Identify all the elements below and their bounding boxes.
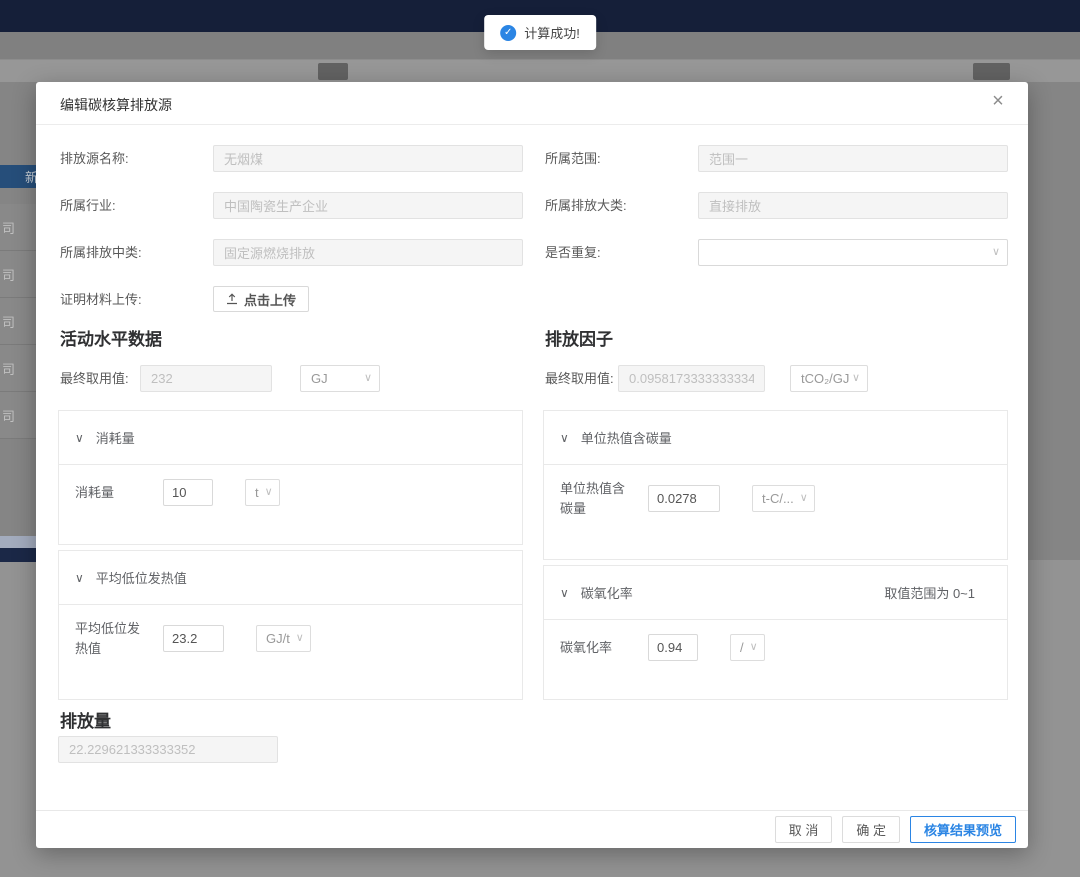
chevron-down-icon: ∨ [560, 431, 569, 445]
factor-section-title: 排放因子 [545, 325, 613, 350]
oxidation-rate-panel: ∨ 碳氧化率 取值范围为 0~1 碳氧化率 / ∨ [543, 565, 1008, 700]
medium-category-label: 所属排放中类: [60, 239, 142, 266]
toast-success: ✓ 计算成功! [484, 15, 596, 50]
screen: 新增 司 司 司 司 司 ✓ 计算成功! 编辑碳核算排放源 × 排放源名称: 所… [0, 0, 1080, 877]
activity-final-input [140, 365, 272, 392]
activity-final-unit-select: GJ ∨ [300, 365, 380, 392]
factor-final-unit-select: tCO₂/GJ ∨ [790, 365, 868, 392]
duplicate-label: 是否重复: [545, 239, 601, 266]
upload-button-label: 点击上传 [244, 290, 296, 309]
industry-label: 所属行业: [60, 192, 116, 219]
close-icon[interactable]: × [986, 91, 1010, 115]
upload-button[interactable]: 点击上传 [213, 286, 309, 312]
activity-final-unit-value: GJ [311, 371, 328, 386]
carbon-content-panel-header[interactable]: ∨ 单位热值含碳量 [544, 411, 1007, 465]
oxidation-rate-input[interactable] [648, 634, 698, 661]
chevron-down-icon: ∨ [364, 373, 372, 384]
medium-category-input [213, 239, 523, 266]
dialog-title: 编辑碳核算排放源 [60, 95, 172, 115]
oxidation-rate-panel-body: 碳氧化率 / ∨ [544, 620, 1007, 661]
consumption-panel: ∨ 消耗量 消耗量 t ∨ [58, 410, 523, 545]
chevron-down-icon: ∨ [852, 373, 860, 384]
heating-value-panel-title: 平均低位发热值 [96, 568, 187, 587]
toast-message: 计算成功! [524, 23, 580, 42]
activity-final-label: 最终取用值: [60, 365, 129, 392]
consumption-unit-select[interactable]: t ∨ [245, 479, 280, 506]
heating-value-field-label: 平均低位发热值 [75, 619, 145, 658]
heating-value-panel-header[interactable]: ∨ 平均低位发热值 [59, 551, 522, 605]
emission-section-title: 排放量 [60, 707, 111, 732]
oxidation-rate-unit-value: / [740, 640, 744, 655]
dialog-footer: 取 消 确 定 核算结果预览 [36, 810, 1028, 848]
consumption-panel-header[interactable]: ∨ 消耗量 [59, 411, 522, 465]
confirm-button[interactable]: 确 定 [842, 816, 900, 843]
edit-emission-source-dialog: 编辑碳核算排放源 × 排放源名称: 所属范围: 所属行业: 所属排放大类: 所属… [36, 82, 1028, 848]
carbon-content-unit-value: t-C/... [762, 491, 794, 506]
emission-amount-input [58, 736, 278, 763]
carbon-content-panel: ∨ 单位热值含碳量 单位热值含碳量 t-C/... ∨ [543, 410, 1008, 560]
consumption-field-label: 消耗量 [75, 483, 145, 503]
chevron-down-icon: ∨ [75, 431, 84, 445]
oxidation-rate-field-label: 碳氧化率 [560, 638, 630, 658]
major-category-label: 所属排放大类: [545, 192, 627, 219]
factor-final-input [618, 365, 765, 392]
duplicate-select[interactable]: ∨ [698, 239, 1008, 266]
cancel-button[interactable]: 取 消 [775, 816, 833, 843]
chevron-down-icon: ∨ [800, 493, 808, 504]
industry-input [213, 192, 523, 219]
carbon-content-panel-title: 单位热值含碳量 [581, 428, 672, 447]
success-check-icon: ✓ [500, 25, 516, 41]
scope-label: 所属范围: [545, 145, 601, 172]
heating-value-panel-body: 平均低位发热值 GJ/t ∨ [59, 605, 522, 658]
chevron-down-icon: ∨ [560, 586, 569, 600]
heating-value-unit-value: GJ/t [266, 631, 290, 646]
carbon-content-input[interactable] [648, 485, 720, 512]
chevron-down-icon: ∨ [750, 642, 758, 653]
consumption-input[interactable] [163, 479, 213, 506]
oxidation-rate-panel-title: 碳氧化率 [581, 583, 633, 602]
factor-final-unit-value: tCO₂/GJ [801, 371, 849, 386]
preview-result-button[interactable]: 核算结果预览 [910, 816, 1016, 843]
source-name-input [213, 145, 523, 172]
factor-final-label: 最终取用值: [545, 365, 614, 392]
carbon-content-field-label: 单位热值含碳量 [560, 479, 630, 518]
chevron-down-icon: ∨ [296, 633, 304, 644]
heating-value-panel: ∨ 平均低位发热值 平均低位发热值 GJ/t ∨ [58, 550, 523, 700]
heating-value-input[interactable] [163, 625, 224, 652]
consumption-panel-title: 消耗量 [96, 428, 135, 447]
oxidation-rate-range-note: 取值范围为 0~1 [884, 583, 975, 602]
heating-value-unit-select[interactable]: GJ/t ∨ [256, 625, 311, 652]
upload-label: 证明材料上传: [60, 286, 142, 313]
chevron-down-icon: ∨ [75, 571, 84, 585]
chevron-down-icon: ∨ [265, 487, 273, 498]
consumption-unit-value: t [255, 485, 259, 500]
scope-input [698, 145, 1008, 172]
activity-section-title: 活动水平数据 [60, 325, 162, 350]
consumption-panel-body: 消耗量 t ∨ [59, 465, 522, 506]
major-category-input [698, 192, 1008, 219]
carbon-content-unit-select[interactable]: t-C/... ∨ [752, 485, 815, 512]
dialog-header: 编辑碳核算排放源 × [36, 82, 1028, 125]
source-name-label: 排放源名称: [60, 145, 129, 172]
oxidation-rate-unit-select[interactable]: / ∨ [730, 634, 765, 661]
oxidation-rate-panel-header[interactable]: ∨ 碳氧化率 取值范围为 0~1 [544, 566, 1007, 620]
carbon-content-panel-body: 单位热值含碳量 t-C/... ∨ [544, 465, 1007, 518]
upload-icon [226, 293, 238, 305]
chevron-down-icon: ∨ [992, 247, 1000, 258]
